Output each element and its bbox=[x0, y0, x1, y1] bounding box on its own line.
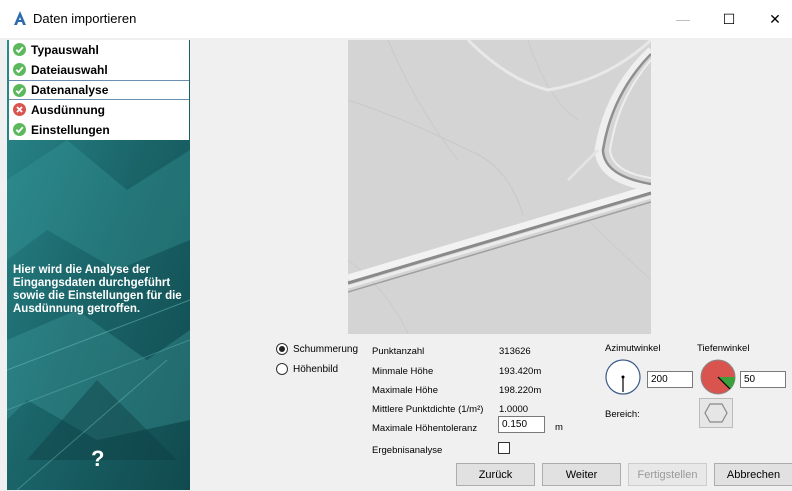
azimuth-input[interactable]: 200 bbox=[647, 371, 693, 388]
result-analysis-label: Ergebnisanalyse bbox=[372, 445, 443, 456]
tolerance-input[interactable]: 0.150 bbox=[498, 416, 545, 433]
depth-input[interactable]: 50 bbox=[740, 371, 786, 388]
radio-label: Schummerung bbox=[293, 343, 359, 355]
hillshade-preview-image bbox=[348, 40, 651, 334]
maximize-button[interactable]: ☐ bbox=[706, 0, 752, 38]
range-button[interactable] bbox=[699, 398, 733, 428]
depth-label: Tiefenwinkel bbox=[697, 343, 750, 354]
check-circle-icon bbox=[13, 83, 26, 97]
density-label: Mittlere Punktdichte (1/m²) bbox=[372, 404, 484, 415]
radio-hoehenbild[interactable]: Höhenbild bbox=[276, 363, 338, 375]
azimuth-dial[interactable] bbox=[605, 359, 641, 395]
step-description: Hier wird die Analyse der Eingangsdaten … bbox=[13, 264, 182, 315]
radio-button[interactable] bbox=[276, 343, 288, 355]
app-logo-icon bbox=[12, 10, 28, 26]
cancel-button[interactable]: Abbrechen bbox=[714, 463, 792, 486]
hexagon-icon bbox=[704, 403, 728, 423]
close-button[interactable]: ✕ bbox=[752, 0, 792, 38]
step-label: Ausdünnung bbox=[31, 102, 105, 117]
result-analysis-checkbox[interactable] bbox=[498, 442, 510, 454]
wizard-sidebar: Typauswahl Dateiauswahl Datenanalyse Aus… bbox=[7, 40, 190, 490]
next-button[interactable]: Weiter bbox=[542, 463, 621, 486]
tolerance-label: Maximale Höhentoleranz bbox=[372, 423, 478, 434]
check-circle-icon bbox=[13, 43, 26, 56]
min-height-label: Minmale Höhe bbox=[372, 366, 434, 377]
max-height-label: Maximale Höhe bbox=[372, 385, 438, 396]
main-panel: Schummerung Höhenbild Punktanzahl 313626… bbox=[192, 40, 792, 490]
step-label: Dateiauswahl bbox=[31, 62, 108, 77]
window-title: Daten importieren bbox=[33, 11, 137, 26]
title-bar: Daten importieren — ☐ ✕ bbox=[0, 0, 792, 38]
range-label: Bereich: bbox=[605, 409, 640, 420]
finish-button[interactable]: Fertigstellen bbox=[628, 463, 707, 486]
radio-schummerung[interactable]: Schummerung bbox=[276, 343, 358, 355]
minimize-button[interactable]: — bbox=[660, 0, 706, 38]
density-value: 1.0000 bbox=[499, 404, 529, 415]
step-label: Einstellungen bbox=[31, 122, 110, 137]
max-height-value: 198.220m bbox=[499, 385, 542, 396]
wizard-steps: Typauswahl Dateiauswahl Datenanalyse Aus… bbox=[9, 40, 189, 140]
azimuth-label: Azimutwinkel bbox=[605, 343, 661, 354]
step-label: Datenanalyse bbox=[31, 83, 109, 97]
check-circle-icon bbox=[13, 123, 26, 136]
check-circle-icon bbox=[13, 63, 26, 76]
radio-button[interactable] bbox=[276, 363, 288, 375]
error-circle-icon bbox=[13, 103, 26, 116]
step-datenanalyse[interactable]: Datenanalyse bbox=[9, 80, 189, 100]
back-button[interactable]: Zurück bbox=[456, 463, 535, 486]
dialog-body: Typauswahl Dateiauswahl Datenanalyse Aus… bbox=[0, 38, 792, 491]
radio-label: Höhenbild bbox=[293, 363, 339, 375]
step-dateiauswahl[interactable]: Dateiauswahl bbox=[9, 60, 189, 80]
min-height-value: 193.420m bbox=[499, 366, 542, 377]
step-ausduennung[interactable]: Ausdünnung bbox=[9, 100, 189, 120]
point-count-value: 313626 bbox=[499, 346, 531, 357]
tolerance-unit: m bbox=[555, 422, 563, 433]
point-count-label: Punktanzahl bbox=[372, 346, 425, 357]
step-einstellungen[interactable]: Einstellungen bbox=[9, 120, 189, 140]
depth-dial[interactable] bbox=[700, 359, 736, 395]
step-typauswahl[interactable]: Typauswahl bbox=[9, 40, 189, 60]
step-label: Typauswahl bbox=[31, 42, 99, 57]
help-icon[interactable]: ? bbox=[91, 446, 104, 472]
